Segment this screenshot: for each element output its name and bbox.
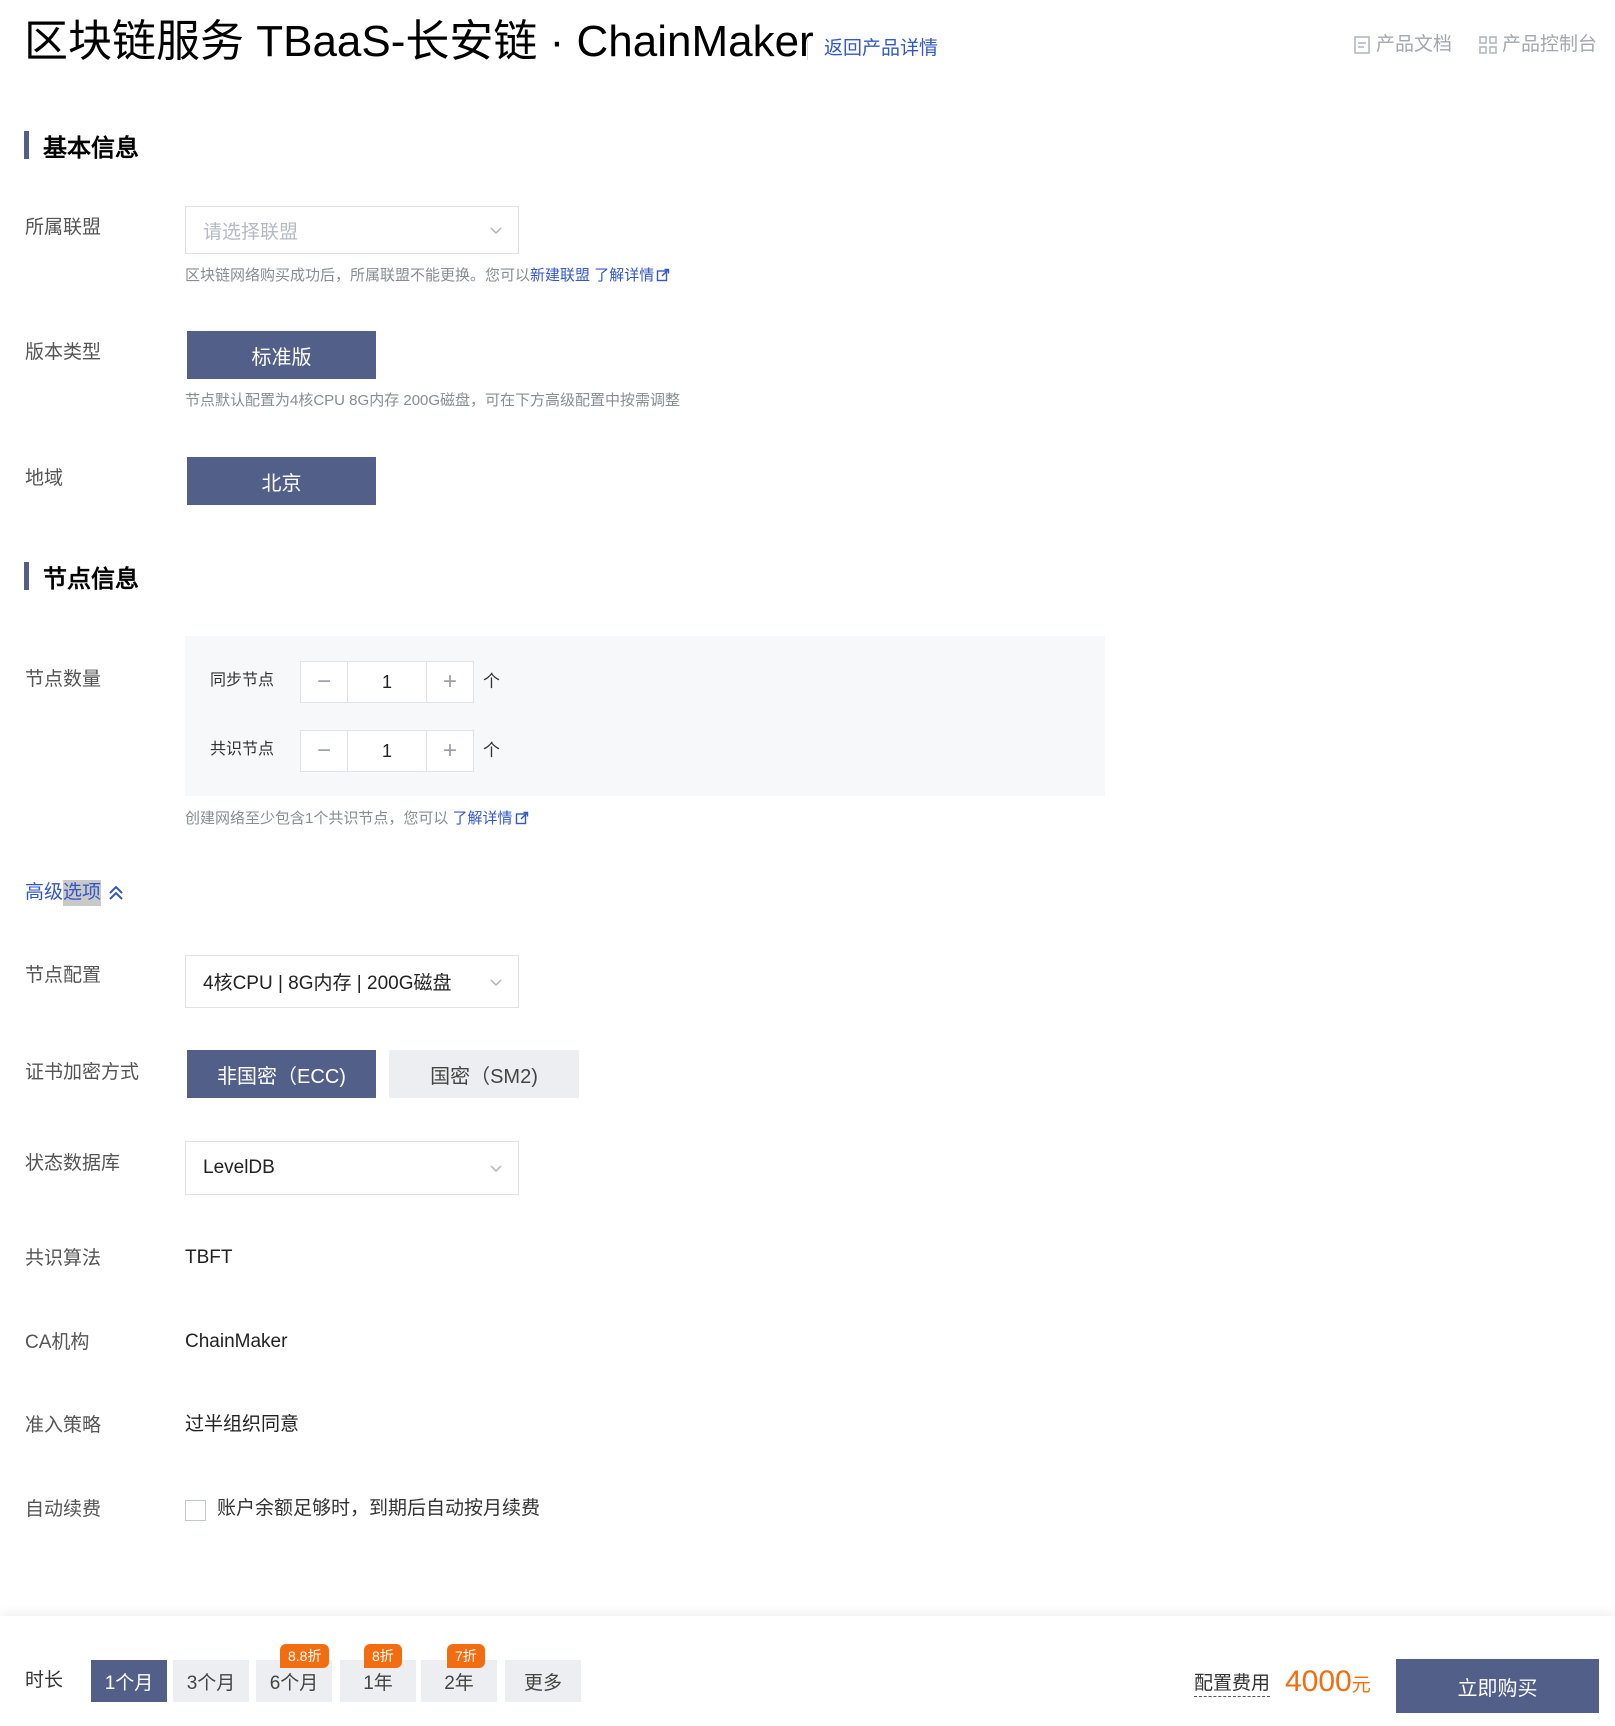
ca-value: ChainMaker <box>185 1331 288 1352</box>
document-icon <box>1354 36 1370 54</box>
discount-badge-1-year: 8折 <box>364 1644 402 1668</box>
page-title: 区块链服务 TBaaS-长安链 · ChainMaker <box>24 17 814 66</box>
alliance-hint: 区块链网络购买成功后，所属联盟不能更换。您可以新建联盟 了解详情 <box>185 265 670 287</box>
advanced-options-toggle[interactable]: 高级 选项 <box>25 880 125 906</box>
cert-ecc-button[interactable]: 非国密（ECC) <box>187 1050 376 1098</box>
consensus-algo-value: TBFT <box>185 1247 233 1268</box>
alliance-learn-more-label: 了解详情 <box>594 267 655 284</box>
product-console-link[interactable]: 产品控制台 <box>1478 32 1597 58</box>
auto-renew-label: 自动续费 <box>25 1499 102 1520</box>
admission-label: 准入策略 <box>25 1415 102 1436</box>
consensus-node-decrement-button[interactable]: − <box>301 731 347 771</box>
cert-sm2-button[interactable]: 国密（SM2) <box>389 1050 579 1098</box>
node-info-heading: 节点信息 <box>24 561 139 593</box>
consensus-node-stepper: − 1 + <box>300 730 474 772</box>
auto-renew-checkbox[interactable] <box>185 1500 206 1521</box>
chevron-down-icon <box>490 1165 502 1173</box>
discount-badge-6-months: 8.8折 <box>280 1644 330 1668</box>
node-config-label: 节点配置 <box>25 965 102 986</box>
duration-label: 时长 <box>25 1670 64 1691</box>
fee-number: 4000 <box>1285 1665 1352 1698</box>
chevron-down-icon <box>490 227 502 235</box>
basic-info-heading: 基本信息 <box>24 130 139 162</box>
node-hint-text: 创建网络至少包含1个共识节点，您可以 <box>185 810 449 827</box>
state-db-select[interactable]: LevelDB <box>185 1141 519 1195</box>
consensus-node-unit: 个 <box>483 741 500 760</box>
alliance-select[interactable]: 请选择联盟 <box>185 206 519 254</box>
product-docs-label: 产品文档 <box>1376 34 1453 55</box>
discount-badge-2-years: 7折 <box>447 1644 485 1668</box>
alliance-learn-more-link[interactable]: 了解详情 <box>594 267 670 284</box>
sync-node-label: 同步节点 <box>210 672 275 689</box>
title-divider <box>807 40 808 60</box>
node-count-label: 节点数量 <box>25 669 102 690</box>
node-config-select[interactable]: 4核CPU | 8G内存 | 200G磁盘 <box>185 955 519 1008</box>
duration-more-button[interactable]: 更多 <box>505 1660 581 1702</box>
sync-node-decrement-button[interactable]: − <box>301 662 347 702</box>
chevron-double-up-icon <box>109 885 123 900</box>
product-docs-link[interactable]: 产品文档 <box>1352 32 1452 58</box>
node-hint: 创建网络至少包含1个共识节点，您可以 了解详情 <box>185 808 529 830</box>
external-link-icon <box>657 268 670 282</box>
consensus-node-count[interactable]: 1 <box>347 731 427 771</box>
duration-3-months-button[interactable]: 3个月 <box>173 1660 249 1702</box>
chevron-down-icon <box>490 978 502 986</box>
sync-node-increment-button[interactable]: + <box>427 662 473 702</box>
alliance-label: 所属联盟 <box>25 217 102 238</box>
node-count-panel <box>185 636 1105 796</box>
consensus-node-increment-button[interactable]: + <box>427 731 473 771</box>
back-to-product-link[interactable]: 返回产品详情 <box>824 36 938 62</box>
version-label: 版本类型 <box>25 342 102 363</box>
fee-label[interactable]: 配置费用 <box>1194 1672 1271 1697</box>
buy-now-button[interactable]: 立即购买 <box>1396 1659 1599 1713</box>
sync-node-unit: 个 <box>483 672 500 691</box>
advanced-toggle-label-a: 高级 <box>25 882 64 903</box>
alliance-hint-text: 区块链网络购买成功后，所属联盟不能更换。您可以 <box>185 267 531 284</box>
admission-value: 过半组织同意 <box>185 1414 300 1435</box>
section-accent-bar <box>24 131 29 159</box>
new-alliance-link[interactable]: 新建联盟 <box>530 267 590 284</box>
node-learn-more-link[interactable]: 了解详情 <box>453 810 529 827</box>
state-db-value: LevelDB <box>203 1157 275 1178</box>
node-config-value: 4核CPU | 8G内存 | 200G磁盘 <box>203 973 452 994</box>
grid-icon <box>1479 36 1497 54</box>
sync-node-stepper: − 1 + <box>300 661 474 703</box>
sync-node-count[interactable]: 1 <box>347 662 427 702</box>
alliance-placeholder: 请选择联盟 <box>203 221 299 243</box>
auto-renew-checkbox-text[interactable]: 账户余额足够时，到期后自动按月续费 <box>217 1496 540 1522</box>
duration-1-month-button[interactable]: 1个月 <box>91 1660 167 1702</box>
region-label: 地域 <box>25 468 64 489</box>
product-console-label: 产品控制台 <box>1502 34 1598 55</box>
external-link-icon <box>515 811 528 825</box>
consensus-algo-label: 共识算法 <box>25 1248 102 1269</box>
ca-label: CA机构 <box>25 1332 90 1353</box>
advanced-toggle-label-b: 选项 <box>63 880 102 906</box>
section-accent-bar <box>24 562 29 590</box>
section-title: 基本信息 <box>43 134 139 162</box>
state-db-label: 状态数据库 <box>25 1153 121 1174</box>
cert-encryption-label: 证书加密方式 <box>25 1062 140 1083</box>
region-beijing-button[interactable]: 北京 <box>187 457 376 505</box>
node-learn-more-label: 了解详情 <box>452 810 513 827</box>
version-standard-button[interactable]: 标准版 <box>187 331 376 379</box>
consensus-node-label: 共识节点 <box>210 741 275 758</box>
version-hint: 节点默认配置为4核CPU 8G内存 200G磁盘，可在下方高级配置中按需调整 <box>185 392 681 409</box>
fee-amount: 4000元 <box>1285 1664 1371 1705</box>
fee-currency: 元 <box>1351 1675 1371 1696</box>
section-title: 节点信息 <box>43 565 139 593</box>
